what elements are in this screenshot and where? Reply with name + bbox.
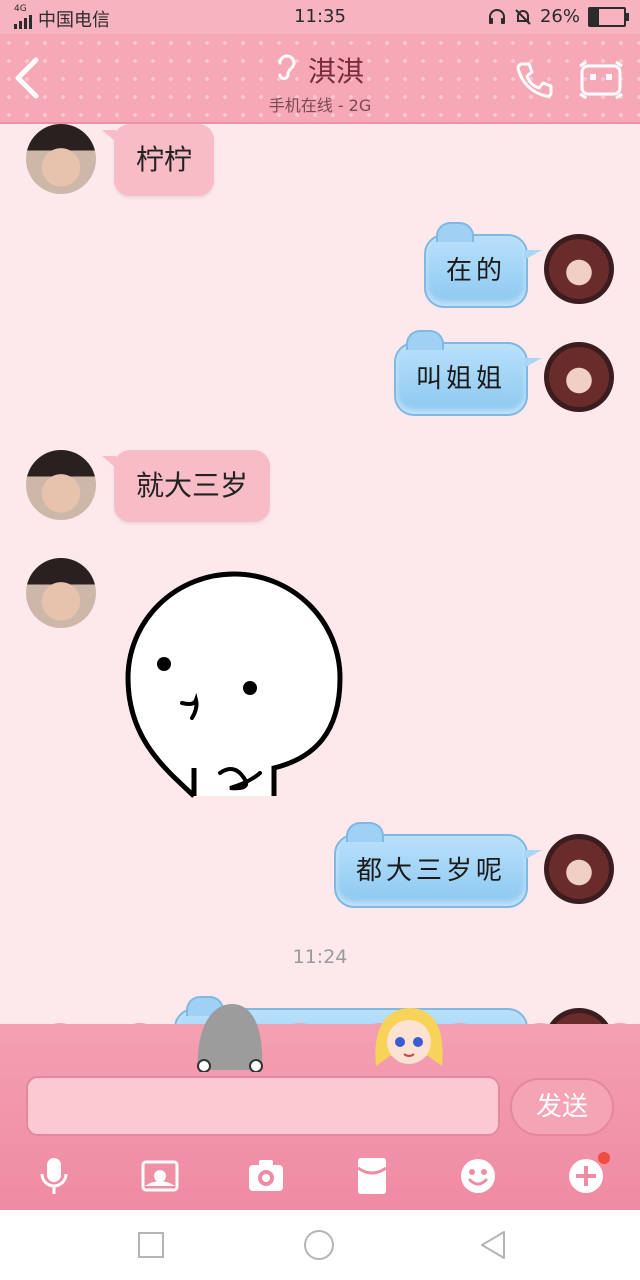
input-toolbar	[0, 1148, 640, 1204]
more-button[interactable]	[566, 1152, 610, 1196]
my-avatar[interactable]	[544, 234, 614, 304]
contact-avatar[interactable]	[26, 450, 96, 520]
status-bar: 4G 中国电信 11:35 26%	[0, 0, 640, 34]
recent-apps-button[interactable]	[134, 1228, 168, 1262]
contact-title[interactable]: 淇淇	[276, 50, 364, 90]
status-right: 26%	[488, 6, 629, 27]
home-button[interactable]	[302, 1228, 336, 1262]
chat-header: 淇淇 手机在线 - 2G	[0, 34, 640, 124]
send-button[interactable]: 发送	[510, 1078, 614, 1136]
grey-hair-character-icon	[197, 1004, 263, 1072]
microphone-icon[interactable]	[34, 1156, 74, 1196]
input-bar: 发送	[0, 1004, 640, 1210]
message-input[interactable]	[26, 1076, 500, 1136]
scalloped-border	[0, 1023, 640, 1042]
headphones-icon	[488, 8, 505, 24]
notification-dot	[598, 1152, 610, 1164]
system-nav-bar	[0, 1210, 640, 1280]
contact-avatar[interactable]	[26, 124, 96, 194]
ear-icon	[276, 53, 298, 88]
my-avatar[interactable]	[544, 834, 614, 904]
contact-avatar[interactable]	[26, 558, 96, 628]
emoji-icon[interactable]	[458, 1156, 498, 1196]
message-bubble-incoming[interactable]: 柠柠	[101, 124, 215, 196]
contact-name: 淇淇	[307, 55, 364, 88]
mute-bell-icon	[515, 8, 531, 25]
my-avatar[interactable]	[544, 342, 614, 412]
battery-icon	[588, 6, 629, 27]
back-nav-button[interactable]	[476, 1228, 510, 1262]
message-bubble-outgoing[interactable]: 叫姐姐	[394, 330, 542, 416]
message-bubble-outgoing[interactable]: 都大三岁呢	[334, 822, 542, 908]
phone-call-button[interactable]	[512, 58, 556, 102]
message-list[interactable]: 柠柠 在的 叫姐姐 就大三岁 都大三岁呢 11:24	[0, 124, 640, 1024]
profile-menu-button[interactable]	[578, 60, 624, 100]
red-packet-icon[interactable]	[352, 1156, 392, 1196]
round-face-sticker-icon[interactable]	[124, 568, 344, 798]
message-bubble-incoming[interactable]: 就大三岁	[101, 450, 271, 522]
camera-icon[interactable]	[246, 1156, 286, 1196]
battery-percent: 26%	[539, 6, 580, 27]
blonde-doll-character-icon	[375, 1008, 443, 1066]
message-bubble-outgoing[interactable]: 在的	[424, 222, 542, 308]
message-timestamp: 11:24	[292, 946, 348, 968]
image-icon[interactable]	[140, 1156, 180, 1196]
